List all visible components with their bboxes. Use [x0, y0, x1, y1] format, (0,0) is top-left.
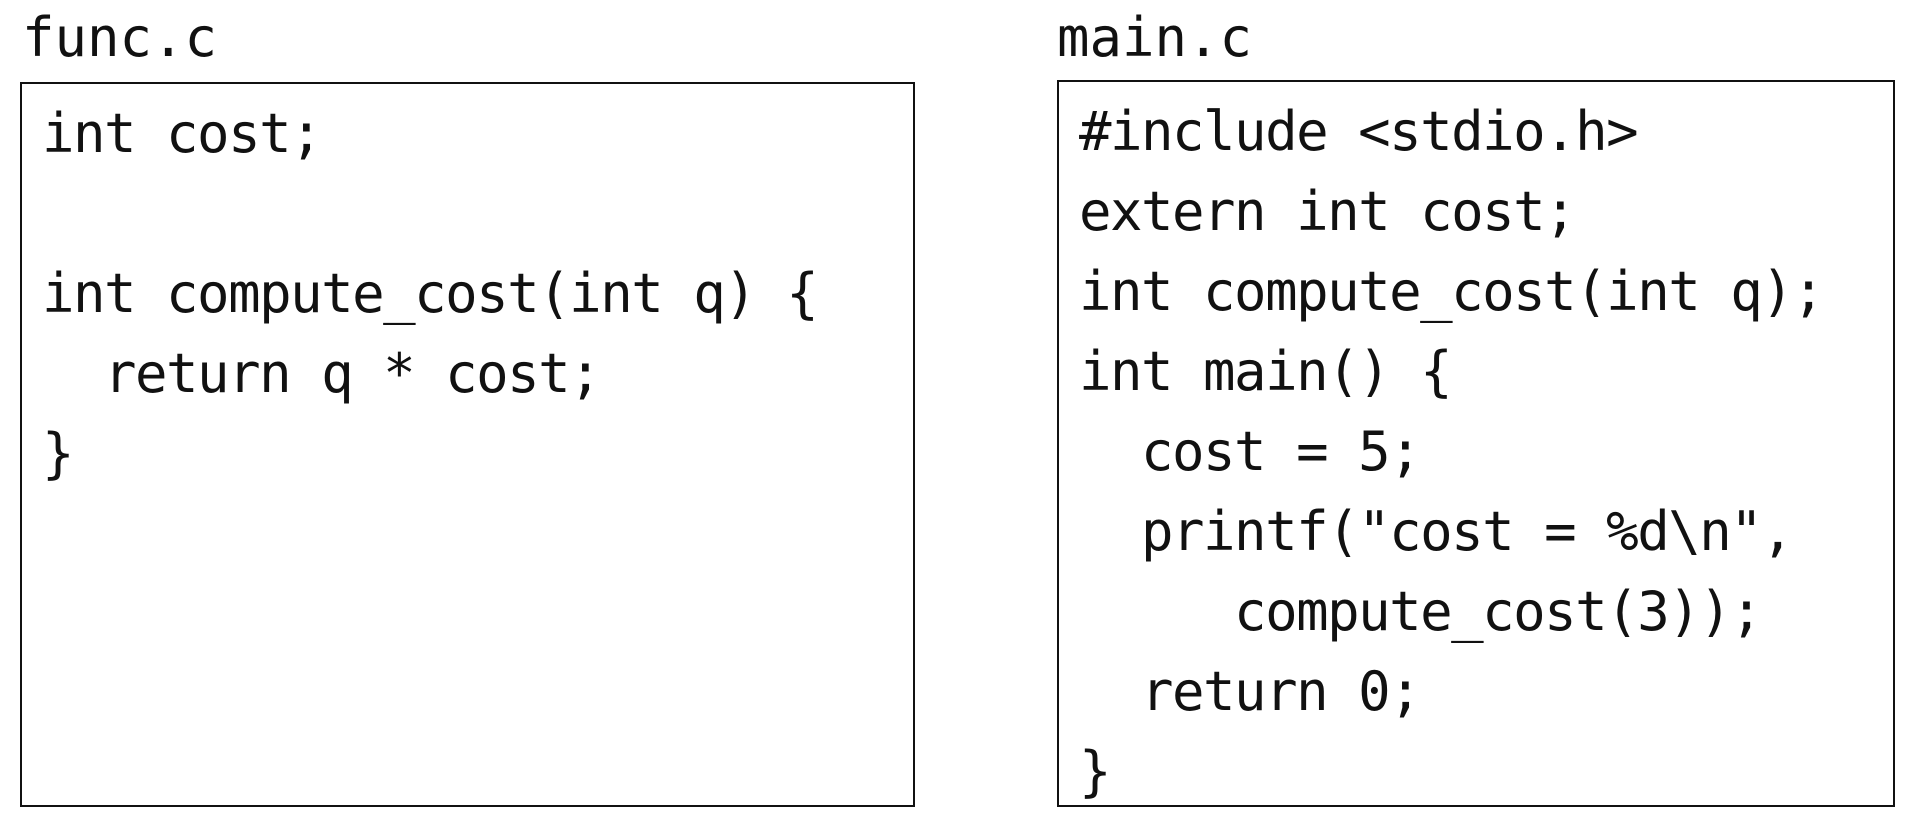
main-c-line-5: cost = 5;: [1079, 420, 1422, 483]
main-c-line-4: int main() {: [1079, 340, 1453, 403]
main-c-filename: main.c: [1057, 6, 1253, 69]
func-c-line-4: return q * cost;: [42, 342, 602, 405]
func-c-line-2: [42, 174, 817, 254]
main-c-code: #include <stdio.h> extern int cost; int …: [1079, 92, 1825, 812]
main-c-line-2: extern int cost;: [1079, 180, 1577, 243]
main-c-line-7: compute_cost(3));: [1079, 580, 1763, 643]
func-c-line-3: int compute_cost(int q) {: [42, 262, 819, 325]
main-c-line-3: int compute_cost(int q);: [1079, 260, 1825, 323]
func-c-line-5: }: [42, 422, 75, 485]
func-c-line-1: int cost;: [42, 102, 323, 165]
main-c-line-1: #include <stdio.h>: [1079, 100, 1639, 163]
func-c-filename: func.c: [22, 6, 218, 69]
func-c-code: int cost; int compute_cost(int q) { retu…: [42, 94, 819, 494]
main-c-line-8: return 0;: [1079, 660, 1422, 723]
main-c-line-9: }: [1079, 740, 1112, 803]
main-c-code-box: #include <stdio.h> extern int cost; int …: [1057, 80, 1895, 807]
main-c-line-6: printf("cost = %d\n",: [1079, 500, 1794, 563]
func-c-code-box: int cost; int compute_cost(int q) { retu…: [20, 82, 915, 807]
